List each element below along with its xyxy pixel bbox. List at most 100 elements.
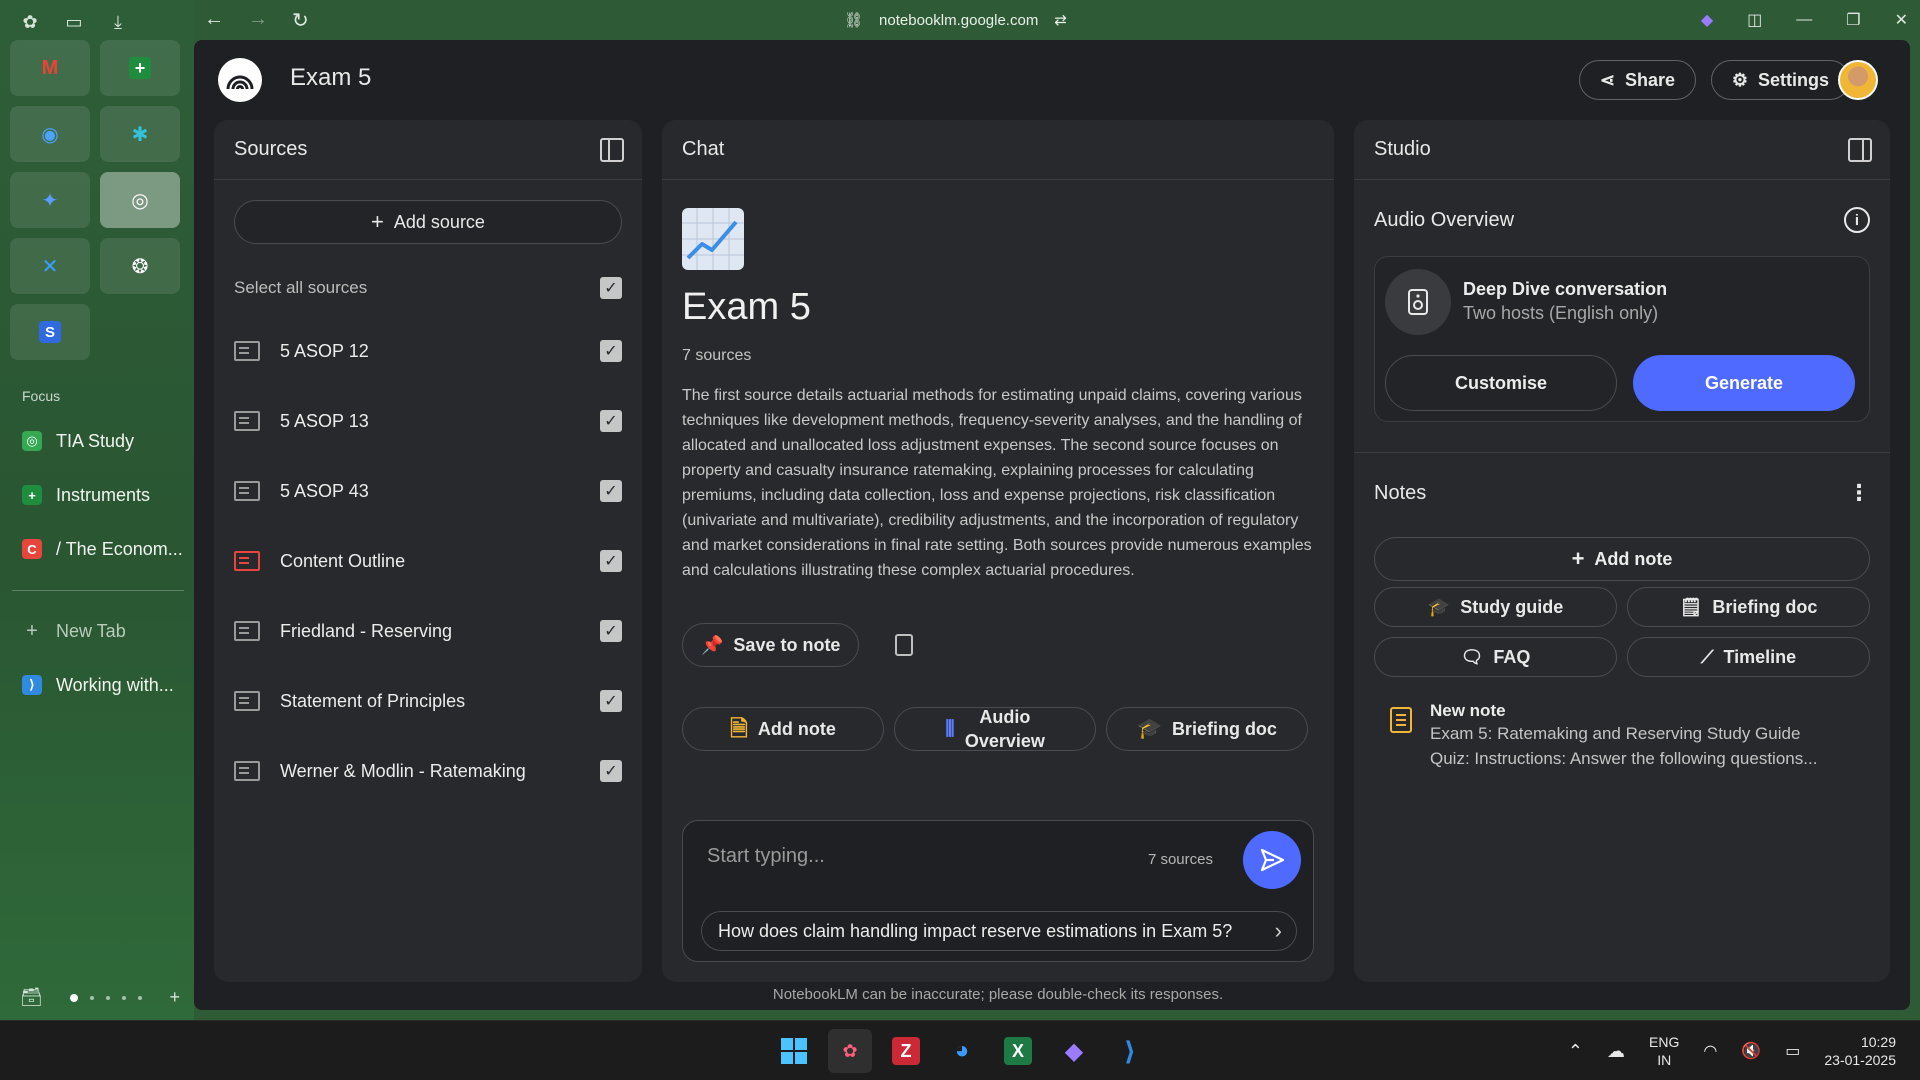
zotero-taskbar-button[interactable]: Z <box>884 1029 928 1073</box>
archive-icon[interactable]: 🗃 <box>20 987 43 1008</box>
vscode-taskbar-button[interactable]: ⟩ <box>1108 1029 1152 1073</box>
faq-button[interactable]: 🗨 FAQ <box>1374 637 1617 677</box>
collapse-panel-icon[interactable] <box>1848 138 1872 162</box>
source-item[interactable]: 5 ASOP 12 ✓ <box>214 316 642 386</box>
space-switcher[interactable] <box>70 993 143 1002</box>
site-controls-icon[interactable]: ⇄ <box>1054 11 1067 29</box>
arc-logo-icon[interactable]: ✿ <box>18 10 42 34</box>
add-note-quick-button[interactable]: 🗎 Add note <box>682 707 884 751</box>
download-icon[interactable]: ⤓ <box>106 10 130 34</box>
source-checkbox[interactable]: ✓ <box>600 690 622 712</box>
timeline-button[interactable]: ⟋ Timeline <box>1627 637 1870 677</box>
source-list: 5 ASOP 12 ✓ 5 ASOP 13 ✓ 5 ASOP 43 ✓ Cont… <box>214 316 642 806</box>
economist-icon: C <box>22 539 42 559</box>
language-indicator[interactable]: ENG IN <box>1649 1033 1679 1069</box>
minimize-icon[interactable]: — <box>1796 11 1812 29</box>
share-button[interactable]: ⋖ Share <box>1578 60 1696 100</box>
select-all-row[interactable]: Select all sources ✓ <box>234 268 622 308</box>
cloud-icon[interactable]: ☁ <box>1607 1041 1625 1062</box>
copy-icon[interactable] <box>895 634 914 656</box>
panel-title: Chat <box>682 138 725 160</box>
vscode-icon: ⟩ <box>22 675 42 695</box>
save-to-note-label: Save to note <box>733 634 841 655</box>
info-icon[interactable]: i <box>1844 207 1870 233</box>
source-checkbox[interactable]: ✓ <box>600 620 622 642</box>
briefing-doc-button[interactable]: 🗒 Briefing doc <box>1627 587 1870 627</box>
chatgpt-favorite[interactable]: ❂ <box>100 238 180 294</box>
note-type-buttons: 🎓 Study guide 🗒 Briefing doc 🗨 FAQ ⟋ Tim… <box>1374 587 1870 677</box>
reload-icon[interactable]: ↻ <box>292 8 309 33</box>
avatar[interactable] <box>1838 60 1878 100</box>
wifi-icon[interactable]: ◠ <box>1703 1041 1717 1061</box>
study-guide-button[interactable]: 🎓 Study guide <box>1374 587 1617 627</box>
add-source-button[interactable]: + Add source <box>234 200 622 244</box>
select-all-checkbox[interactable]: ✓ <box>600 277 622 299</box>
chat-input[interactable] <box>707 841 1107 871</box>
perplexity-favorite[interactable]: ✱ <box>100 106 180 162</box>
sheets-icon: + <box>129 57 151 79</box>
source-item[interactable]: Friedland - Reserving ✓ <box>214 596 642 666</box>
add-note-button[interactable]: + Add note <box>1374 537 1870 581</box>
sidebar-item-economist[interactable]: C / The Econom... <box>12 522 184 576</box>
suggested-question[interactable]: How does claim handling impact reserve e… <box>701 911 1297 951</box>
add-space-icon[interactable]: + <box>169 987 180 1008</box>
s-app-favorite[interactable]: S <box>10 304 90 360</box>
back-icon[interactable]: ← <box>204 8 224 33</box>
edge-taskbar-button[interactable]: ◕ <box>940 1029 984 1073</box>
sidebar-item-label: TIA Study <box>56 430 135 451</box>
sheets-favorite[interactable]: + <box>100 40 180 96</box>
speaker-muted-icon[interactable]: 🔇 <box>1741 1041 1761 1061</box>
favorites-grid: M + ◉ ✱ ✦ ◎ ✕ ❂ S <box>10 40 180 360</box>
source-item[interactable]: 5 ASOP 43 ✓ <box>214 456 642 526</box>
sidebar-item-instruments[interactable]: + Instruments <box>12 468 184 522</box>
source-checkbox[interactable]: ✓ <box>600 550 622 572</box>
audio-overview-quick-button[interactable]: ⦀ Audio Overview <box>894 707 1096 751</box>
sidebar-item-tia-study[interactable]: ◎ TIA Study <box>12 414 184 468</box>
sidebar-item-working-with[interactable]: ⟩ Working with... <box>12 658 184 712</box>
obsidian-icon: ◆ <box>1064 1037 1084 1065</box>
chevron-right-icon[interactable]: › <box>1275 918 1282 944</box>
forward-icon[interactable]: → <box>248 8 268 33</box>
chevron-up-icon[interactable]: ⌃ <box>1568 1041 1583 1062</box>
note-item[interactable]: New note Exam 5: Ratemaking and Reservin… <box>1390 701 1870 771</box>
customise-button[interactable]: Customise <box>1385 355 1617 411</box>
language-line: IN <box>1657 1052 1672 1068</box>
source-item[interactable]: 5 ASOP 13 ✓ <box>214 386 642 456</box>
split-view-icon[interactable]: ◫ <box>1747 10 1762 30</box>
notebooklm-logo[interactable] <box>218 58 262 102</box>
save-to-note-button[interactable]: 📌 Save to note <box>682 623 860 667</box>
source-checkbox[interactable]: ✓ <box>600 410 622 432</box>
arc-taskbar-button[interactable]: ✿ <box>828 1029 872 1073</box>
source-checkbox[interactable]: ✓ <box>600 480 622 502</box>
source-item[interactable]: Werner & Modlin - Ratemaking ✓ <box>214 736 642 806</box>
excel-taskbar-button[interactable]: X <box>996 1029 1040 1073</box>
gemini-favorite[interactable]: ✦ <box>10 172 90 228</box>
battery-icon[interactable]: ▭ <box>1785 1041 1800 1061</box>
copilot-favorite[interactable]: ◉ <box>10 106 90 162</box>
source-item[interactable]: Statement of Principles ✓ <box>214 666 642 736</box>
send-button[interactable] <box>1243 831 1301 889</box>
clock[interactable]: 10:29 23-01-2025 <box>1824 1033 1896 1069</box>
settings-button[interactable]: ⚙ Settings <box>1710 60 1850 100</box>
more-vert-icon[interactable]: ⋮ <box>1848 480 1870 506</box>
start-button[interactable] <box>772 1029 816 1073</box>
timeline-icon: ⟋ <box>1700 646 1714 667</box>
source-checkbox[interactable]: ✓ <box>600 340 622 362</box>
gmail-favorite[interactable]: M <box>10 40 90 96</box>
sidebar-toggle-icon[interactable]: ▭ <box>62 10 86 34</box>
generate-button[interactable]: Generate <box>1633 355 1855 411</box>
browser-topbar: ← → ↻ ⛓ notebooklm.google.com ⇄ ◆ ◫ — ❐ … <box>194 0 1920 40</box>
url-bar[interactable]: ⛓ notebooklm.google.com ⇄ <box>844 11 1067 30</box>
source-item[interactable]: Content Outline ✓ <box>214 526 642 596</box>
collapse-panel-icon[interactable] <box>600 138 624 162</box>
notebooklm-favorite[interactable]: ◎ <box>100 172 180 228</box>
restore-icon[interactable]: ❐ <box>1846 10 1860 30</box>
extension-icon[interactable]: ◆ <box>1701 10 1713 30</box>
briefing-doc-quick-button[interactable]: 🎓 Briefing doc <box>1106 707 1308 751</box>
source-checkbox[interactable]: ✓ <box>600 760 622 782</box>
close-icon[interactable]: ✕ <box>1895 10 1908 30</box>
obsidian-taskbar-button[interactable]: ◆ <box>1052 1029 1096 1073</box>
notebook-title[interactable]: Exam 5 <box>290 64 371 92</box>
bluesky-favorite[interactable]: ✕ <box>10 238 90 294</box>
new-tab-button[interactable]: + New Tab <box>12 604 184 658</box>
